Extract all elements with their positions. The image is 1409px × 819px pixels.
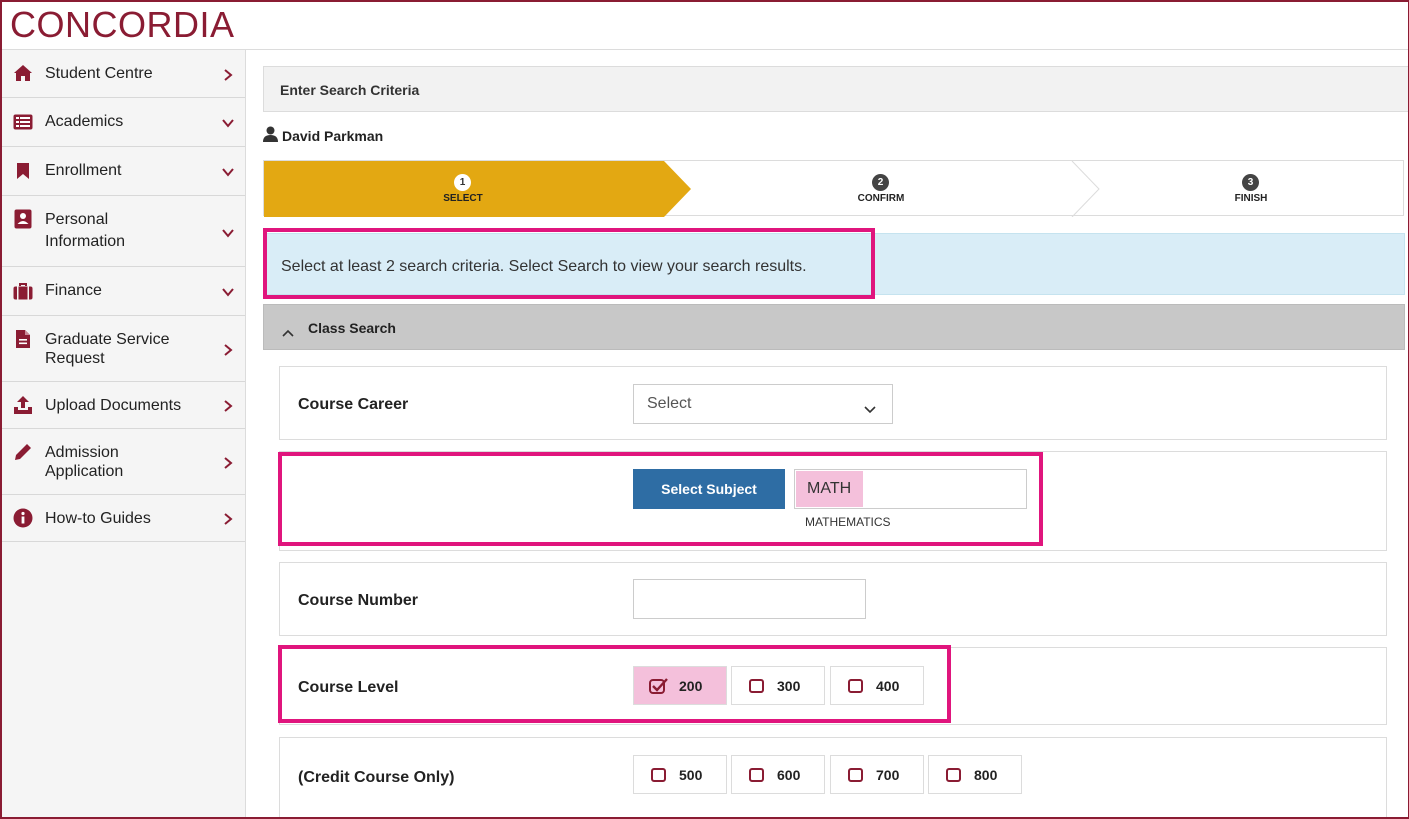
sidebar-item-label-line2: Request [45, 350, 105, 367]
sidebar-item-label: Upload Documents [45, 397, 182, 414]
chevron-right-icon [221, 68, 235, 82]
checkbox-icon [946, 768, 961, 782]
level-checkbox-400[interactable]: 400 [830, 666, 924, 705]
chevron-right-icon [221, 512, 235, 526]
sidebar-item-graduate-service-request[interactable]: Graduate Service Request [2, 316, 245, 382]
chevron-right-icon [221, 399, 235, 413]
course-level-label: Course Level [298, 679, 399, 696]
step-label: CONFIRM [857, 193, 905, 204]
step-label: SELECT [443, 193, 483, 204]
class-search-title: Class Search [308, 320, 396, 336]
main-content: Enter Search Criteria David Parkman 1 SE… [247, 50, 1408, 817]
sidebar-item-label: Academics [45, 113, 124, 130]
sidebar-item-personal-information[interactable]: Personal Information [2, 196, 245, 267]
course-number-row: Course Number [279, 562, 1387, 636]
subject-field[interactable]: MATH [794, 469, 1027, 509]
chevron-down-icon [221, 165, 235, 179]
info-message: Select at least 2 search criteria. Selec… [263, 233, 1405, 295]
sidebar-item-label-line1: Graduate Service [45, 331, 170, 348]
chevron-down-icon [221, 226, 235, 240]
checkbox-value: 700 [876, 767, 900, 783]
course-career-label: Course Career [298, 396, 409, 413]
credit-course-row: (Credit Course Only) 500 600 700 800 [279, 737, 1387, 817]
step-arrows [264, 161, 1100, 217]
course-level-row: Course Level 200 300 400 [279, 647, 1387, 725]
subject-row: Select Subject MATH MATHEMATICS [279, 451, 1387, 551]
course-number-label: Course Number [298, 592, 419, 609]
level-checkbox-800[interactable]: 800 [928, 755, 1022, 794]
sidebar-item-upload-documents[interactable]: Upload Documents [2, 382, 245, 429]
checkbox-value: 600 [777, 767, 801, 783]
course-number-input[interactable] [633, 579, 866, 619]
search-criteria-header: Enter Search Criteria [263, 66, 1408, 112]
subject-code: MATH [796, 471, 864, 507]
sidebar-item-admission-application[interactable]: Admission Application [2, 429, 245, 495]
checkbox-icon [651, 768, 666, 782]
user-icon [263, 126, 278, 145]
course-career-value: Select [647, 395, 692, 412]
list-icon [12, 111, 34, 133]
step-number: 3 [1242, 174, 1259, 191]
course-career-row: Course Career Select [279, 366, 1387, 440]
credit-course-label: (Credit Course Only) [298, 769, 455, 786]
checkbox-value: 500 [679, 767, 703, 783]
sidebar-item-label-line1: Personal [45, 211, 109, 228]
chevron-right-icon [221, 343, 235, 357]
upload-icon [12, 394, 34, 416]
level-checkbox-300[interactable]: 300 [731, 666, 825, 705]
course-career-select[interactable]: Select [633, 384, 893, 424]
checkbox-icon [848, 679, 863, 693]
home-icon [12, 62, 34, 84]
checkbox-value: 400 [876, 678, 900, 694]
chevron-right-icon [221, 456, 235, 470]
step-indicator: 1 SELECT 2 CONFIRM 3 FINISH [263, 160, 1404, 217]
bookmark-icon [12, 160, 34, 182]
level-checkbox-200[interactable]: 200 [633, 666, 727, 705]
app-frame: CONCORDIA Student Centre Academics Enrol… [0, 0, 1409, 819]
sidebar-item-label-line2: Application [45, 463, 124, 480]
class-search-header[interactable]: Class Search [263, 304, 1405, 350]
chevron-down-icon [864, 401, 876, 414]
sidebar-item-label: Student Centre [45, 65, 153, 82]
step-label: FINISH [1234, 193, 1268, 204]
step-number: 1 [454, 174, 471, 191]
sidebar-item-label: Finance [45, 282, 102, 299]
sidebar: Student Centre Academics Enrollment Pers… [2, 50, 246, 817]
chevron-up-icon [282, 324, 294, 337]
chevron-down-icon [221, 285, 235, 299]
briefcase-icon [12, 280, 34, 302]
level-checkbox-700[interactable]: 700 [830, 755, 924, 794]
sidebar-item-label-line1: Admission [45, 444, 119, 461]
sidebar-item-label: Enrollment [45, 162, 122, 179]
concordia-logo[interactable]: CONCORDIA [10, 5, 235, 45]
sidebar-item-academics[interactable]: Academics [2, 98, 245, 147]
sidebar-item-label: How-to Guides [45, 510, 151, 527]
sidebar-item-enrollment[interactable]: Enrollment [2, 147, 245, 196]
checkbox-icon [848, 768, 863, 782]
checkbox-value: 800 [974, 767, 998, 783]
level-checkbox-600[interactable]: 600 [731, 755, 825, 794]
sidebar-item-how-to-guides[interactable]: How-to Guides [2, 495, 245, 542]
sidebar-item-student-centre[interactable]: Student Centre [2, 50, 245, 98]
checkbox-value: 300 [777, 678, 801, 694]
user-info: David Parkman [263, 126, 383, 145]
contact-card-icon [12, 208, 34, 230]
chevron-down-icon [221, 116, 235, 130]
pencil-icon [12, 441, 34, 463]
checkbox-icon [749, 679, 764, 693]
select-subject-button[interactable]: Select Subject [633, 469, 785, 509]
user-name: David Parkman [282, 127, 384, 144]
header: CONCORDIA [2, 2, 1408, 50]
info-icon [12, 507, 34, 529]
checkbox-icon [749, 768, 764, 782]
step-number: 2 [872, 174, 889, 191]
level-checkbox-500[interactable]: 500 [633, 755, 727, 794]
subject-description: MATHEMATICS [805, 515, 891, 529]
sidebar-item-label-line2: Information [45, 233, 126, 250]
checkbox-value: 200 [679, 678, 703, 694]
sidebar-item-finance[interactable]: Finance [2, 267, 245, 316]
document-icon [12, 328, 34, 350]
